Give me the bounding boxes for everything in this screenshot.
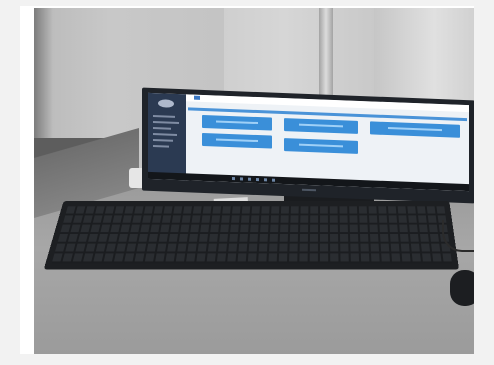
dashboard-card — [202, 114, 272, 131]
taskbar-icon — [232, 177, 235, 181]
dashboard-card — [284, 118, 358, 134]
dashboard-card — [370, 121, 460, 138]
sidebar-item — [153, 145, 169, 148]
monitor-logo — [302, 188, 316, 192]
monitor — [142, 87, 474, 204]
screen-sidebar — [148, 92, 186, 181]
sidebar-item — [153, 133, 177, 136]
sidebar-item — [153, 139, 173, 142]
sidebar-item — [153, 127, 171, 130]
taskbar-icon — [248, 177, 251, 181]
taskbar-icon — [264, 178, 267, 182]
sidebar-item — [153, 121, 179, 125]
dashboard-card — [202, 132, 272, 149]
sidebar-item — [153, 115, 175, 118]
sidebar-logo — [158, 99, 174, 108]
monitor-screen — [148, 92, 469, 192]
taskbar-icon — [256, 177, 259, 182]
photo-frame — [20, 6, 474, 354]
wall-pipe — [319, 8, 333, 103]
taskbar-icon — [240, 177, 243, 181]
dashboard-card — [284, 138, 358, 154]
keyboard-keys — [51, 206, 453, 264]
mouse — [450, 270, 474, 306]
photo — [34, 8, 474, 354]
taskbar-icon — [272, 178, 275, 182]
keyboard — [43, 200, 460, 270]
app-icon — [194, 95, 200, 100]
